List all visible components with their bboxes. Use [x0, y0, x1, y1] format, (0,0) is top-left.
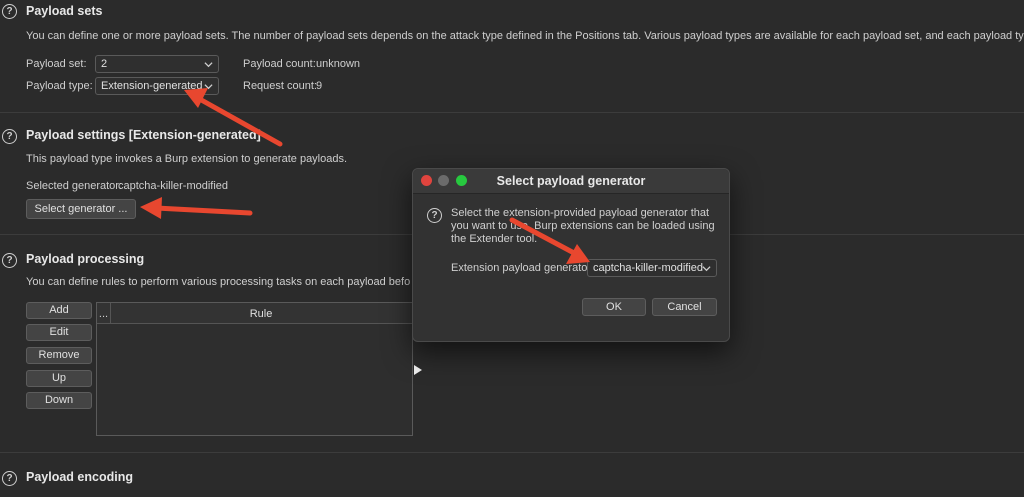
section-divider [0, 452, 1024, 453]
payload-count-label: Payload count: [243, 58, 316, 70]
payload-count-value: unknown [316, 58, 361, 70]
payload-set-label: Payload set: [26, 58, 87, 70]
ok-button[interactable]: OK [582, 298, 646, 316]
chevron-down-icon [702, 266, 711, 272]
section-divider [0, 112, 1024, 113]
dialog-title: Select payload generator [496, 174, 646, 188]
request-count-value: 9 [316, 80, 323, 92]
edit-rule-button[interactable]: Edit [26, 324, 92, 341]
payload-encoding-title: Payload encoding [26, 470, 133, 484]
payload-settings-description: This payload type invokes a Burp extensi… [26, 153, 348, 165]
payload-sets-title: Payload sets [26, 4, 103, 18]
payload-type-label: Payload type: [26, 80, 93, 92]
selected-generator-value: captcha-killer-modified [118, 180, 229, 192]
generator-value: captcha-killer-modified [593, 262, 704, 274]
dialog-titlebar: Select payload generator [413, 169, 729, 194]
payload-processing-description: You can define rules to perform various … [26, 276, 410, 288]
payload-set-value: 2 [101, 58, 108, 70]
cursor-icon [414, 365, 422, 375]
generator-label: Extension payload generator: [451, 262, 595, 274]
payload-set-select[interactable]: 2 [95, 55, 219, 73]
selected-generator-label: Selected generator: [26, 180, 123, 192]
generator-select[interactable]: captcha-killer-modified [587, 259, 717, 277]
move-down-button[interactable]: Down [26, 392, 92, 409]
help-icon[interactable]: ? [2, 471, 17, 486]
add-rule-button[interactable]: Add [26, 302, 92, 319]
help-icon[interactable]: ? [2, 129, 17, 144]
column-header-dots[interactable]: ... [97, 303, 111, 323]
chevron-down-icon [204, 62, 213, 68]
rules-table[interactable]: ... Rule [96, 302, 413, 436]
select-payload-generator-dialog: Select payload generator ? Select the ex… [412, 168, 730, 342]
column-header-rule[interactable]: Rule [110, 303, 412, 323]
help-icon[interactable]: ? [2, 253, 17, 268]
cancel-button[interactable]: Cancel [652, 298, 717, 316]
payload-processing-title: Payload processing [26, 252, 145, 266]
chevron-down-icon [204, 84, 213, 90]
annotation-arrow [140, 197, 253, 219]
remove-rule-button[interactable]: Remove [26, 347, 92, 364]
move-up-button[interactable]: Up [26, 370, 92, 387]
rules-table-header: ... Rule [97, 303, 412, 324]
payload-type-select[interactable]: Extension-generated [95, 77, 219, 95]
request-count-label: Request count: [243, 80, 317, 92]
payload-settings-title: Payload settings [Extension-generated] [26, 128, 261, 142]
help-icon[interactable]: ? [2, 4, 17, 19]
dialog-description: Select the extension-provided payload ge… [451, 207, 715, 245]
help-icon[interactable]: ? [427, 208, 442, 223]
payload-sets-description: You can define one or more payload sets.… [26, 30, 1024, 42]
payload-type-value: Extension-generated [101, 80, 203, 92]
select-generator-button[interactable]: Select generator ... [26, 199, 136, 219]
